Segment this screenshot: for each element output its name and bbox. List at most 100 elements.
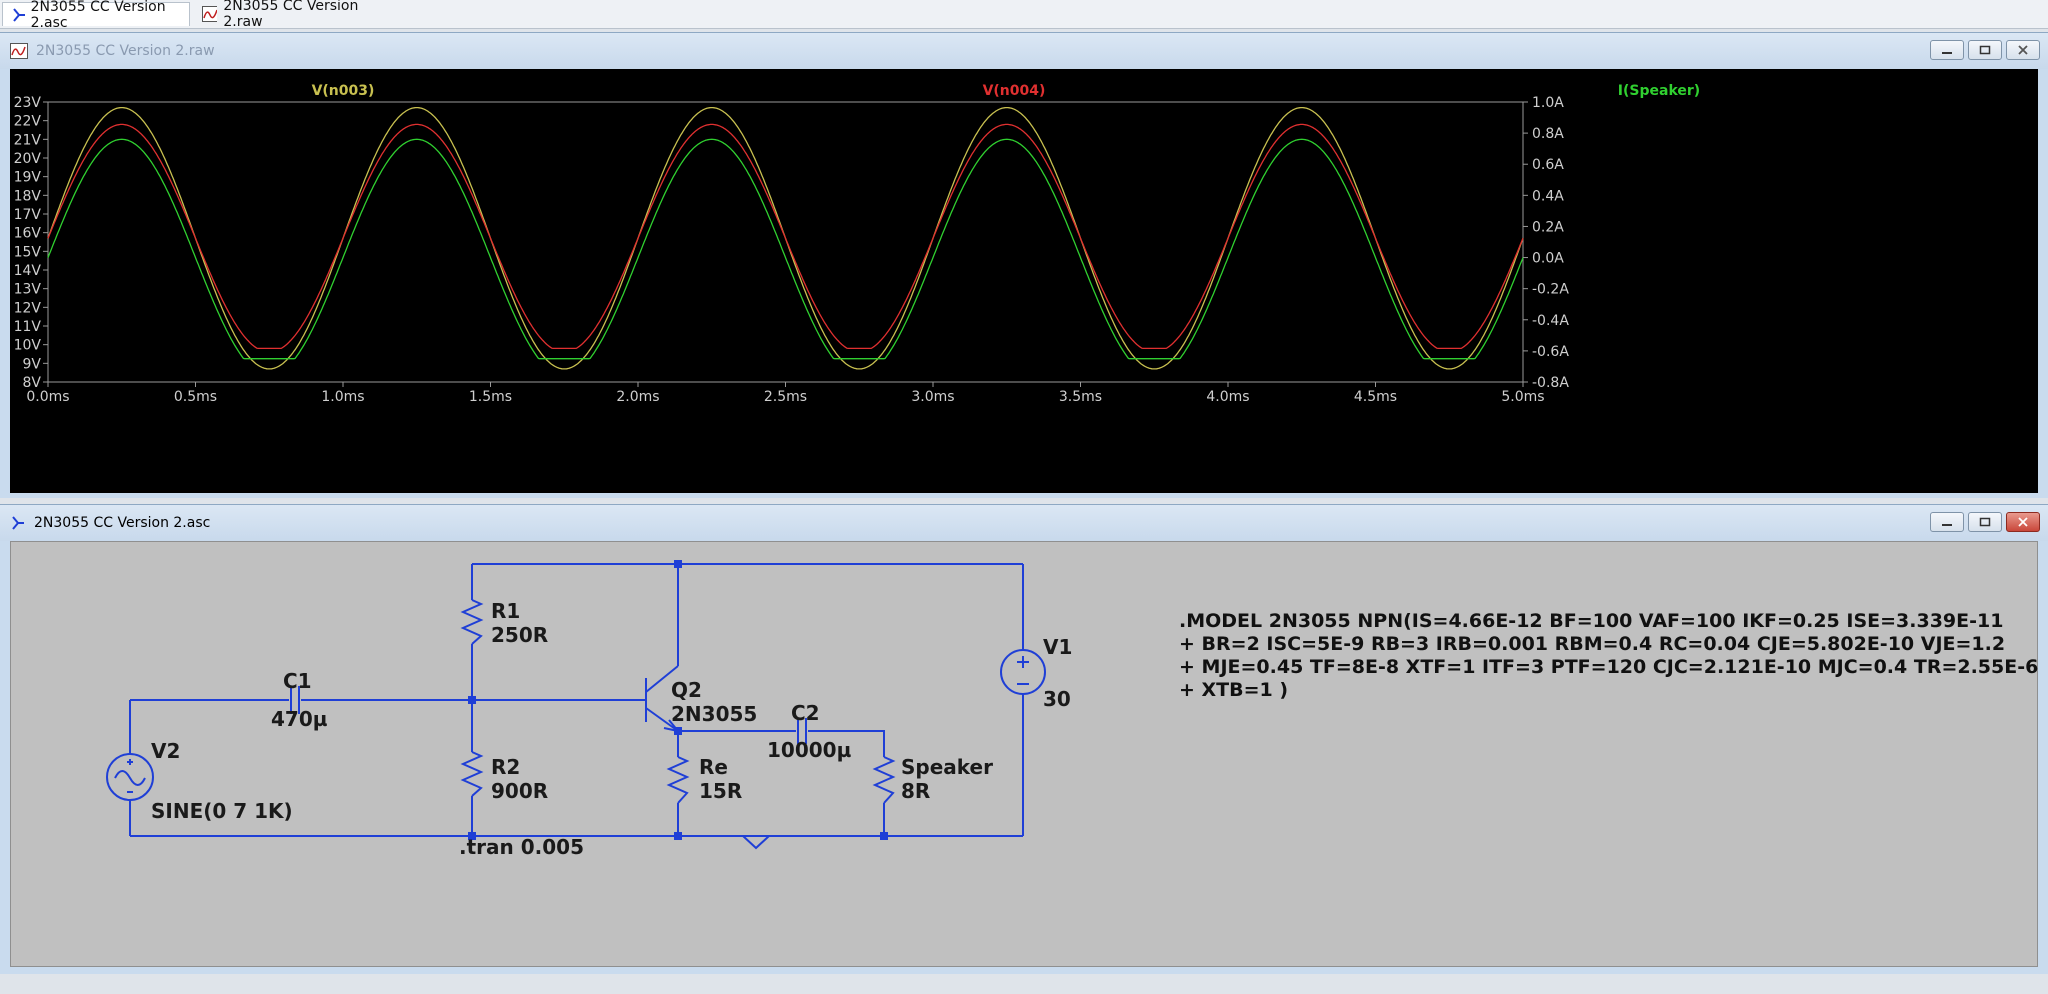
restore-icon (1979, 45, 1991, 55)
speaker-value: 8R (901, 779, 930, 803)
window-title: 2N3055 CC Version 2.raw (36, 43, 215, 59)
waveform-window-titlebar[interactable]: 2N3055 CC Version 2.raw (0, 33, 2048, 69)
x-tick-label: 0.0ms (26, 389, 69, 405)
resistor-r2[interactable] (460, 751, 484, 797)
ground-symbol (742, 835, 770, 850)
y-tick-label: 20V (14, 151, 42, 167)
schematic-canvas[interactable]: R1 250R R2 900R C1 470µ Q2 2N3055 C2 100… (10, 541, 2038, 967)
resistor-speaker[interactable] (872, 756, 896, 804)
x-tick-label: 0.5ms (174, 389, 217, 405)
c1-value: 470µ (271, 707, 328, 731)
y-tick-label: 14V (14, 263, 42, 279)
close-icon (2018, 45, 2028, 55)
y2-tick-label: 0.8A (1532, 126, 1564, 142)
c2-value: 10000µ (767, 738, 852, 762)
window-controls (1930, 512, 2040, 532)
v1-value: 30 (1043, 687, 1071, 711)
series-line[interactable] (47, 138, 1524, 360)
tab-label: 2N3055 CC Version 2.raw (223, 0, 359, 30)
waveform-icon (202, 6, 218, 22)
y-tick-label: 21V (14, 132, 42, 148)
window-title: 2N3055 CC Version 2.asc (34, 515, 211, 531)
legend-entry[interactable]: V(n003) (312, 83, 375, 99)
model-line: + BR=2 ISC=5E-9 RB=3 IRB=0.001 RBM=0.4 R… (1179, 633, 2006, 655)
restore-icon (1979, 517, 1991, 527)
y2-tick-label: -0.2A (1532, 282, 1569, 298)
y2-tick-label: 0.0A (1532, 251, 1564, 267)
close-button[interactable] (2006, 40, 2040, 60)
waveform-icon (10, 43, 28, 59)
junction-dot (880, 832, 888, 840)
re-name: Re (699, 755, 728, 779)
x-tick-label: 1.0ms (321, 389, 364, 405)
y2-tick-label: -0.4A (1532, 313, 1569, 329)
x-tick-label: 2.0ms (616, 389, 659, 405)
schematic-icon (13, 7, 25, 22)
circuit-diagram[interactable]: R1 250R R2 900R C1 470µ Q2 2N3055 C2 100… (11, 542, 2037, 966)
c1-name: C1 (283, 669, 312, 693)
y-tick-label: 22V (14, 114, 42, 130)
legend-entry[interactable]: I(Speaker) (1618, 83, 1700, 99)
r2-name: R2 (491, 755, 520, 779)
x-tick-label: 2.5ms (764, 389, 807, 405)
y2-tick-label: 0.6A (1532, 157, 1564, 173)
model-line: .MODEL 2N3055 NPN(IS=4.66E-12 BF=100 VAF… (1179, 610, 2004, 632)
v2-value: SINE(0 7 1K) (151, 799, 293, 823)
waveform-plot[interactable]: 0.0ms 0.5ms 1.0ms 1.5ms 2.0ms 2.5ms 3.0ms 3.5ms… (10, 69, 2038, 493)
y-tick-label: 8V (23, 375, 42, 391)
x-tick-label: 4.0ms (1206, 389, 1249, 405)
y-tick-label: 9V (23, 356, 42, 372)
junction-dot (674, 832, 682, 840)
y-tick-label: 19V (14, 170, 42, 186)
v1-name: V1 (1043, 635, 1072, 659)
close-button[interactable] (2006, 512, 2040, 532)
junction-dot (674, 560, 682, 568)
y-tick-label: 12V (14, 300, 42, 316)
x-tick-label: 3.5ms (1059, 389, 1102, 405)
r2-value: 900R (491, 779, 548, 803)
y-tick-label: 11V (14, 319, 42, 335)
y2-tick-label: 1.0A (1532, 95, 1564, 111)
v2-name: V2 (151, 739, 180, 763)
tran-directive[interactable]: .tran 0.005 (459, 835, 584, 859)
speaker-name: Speaker (901, 755, 993, 779)
junction-dot (674, 727, 682, 735)
y-tick-label: 17V (14, 207, 42, 223)
restore-button[interactable] (1968, 512, 2002, 532)
schematic-icon (12, 516, 24, 530)
schematic-window-titlebar[interactable]: 2N3055 CC Version 2.asc (0, 505, 2048, 541)
c2-name: C2 (791, 701, 820, 725)
y2-tick-label: -0.6A (1532, 344, 1569, 360)
r1-value: 250R (491, 623, 548, 647)
y-tick-label: 16V (14, 226, 42, 242)
model-line: + MJE=0.45 TF=8E-8 XTF=1 ITF=3 PTF=120 C… (1179, 656, 2039, 678)
x-tick-label: 5.0ms (1501, 389, 1544, 405)
y-tick-label: 23V (14, 95, 42, 111)
y-tick-label: 10V (14, 338, 42, 354)
y-tick-label: 18V (14, 188, 42, 204)
restore-button[interactable] (1968, 40, 2002, 60)
y2-tick-label: 0.2A (1532, 219, 1564, 235)
schematic-window: 2N3055 CC Version 2.asc R1 250R R2 900R … (0, 504, 2048, 974)
y-tick-label: 13V (14, 282, 42, 298)
y2-tick-label: 0.4A (1532, 188, 1564, 204)
waveform-window: 2N3055 CC Version 2.raw 0.0ms 0.5ms 1.0ms 1… (0, 32, 2048, 498)
tab-schematic[interactable]: 2N3055 CC Version 2.asc (2, 0, 190, 31)
legend-entry[interactable]: V(n004) (983, 83, 1046, 99)
resistor-r1[interactable] (460, 599, 484, 645)
waveform-chart[interactable]: 0.0ms 0.5ms 1.0ms 1.5ms 2.0ms 2.5ms 3.0ms 3.5ms… (10, 69, 2038, 493)
v2-sine-symbol (114, 770, 146, 786)
minimize-button[interactable] (1930, 40, 1964, 60)
tab-waveform[interactable]: 2N3055 CC Version 2.raw (194, 0, 384, 30)
q2-value: 2N3055 (671, 702, 757, 726)
window-controls (1930, 40, 2040, 60)
spice-model-directive[interactable]: .MODEL 2N3055 NPN(IS=4.66E-12 BF=100 VAF… (1179, 610, 2039, 702)
model-line: + XTB=1 ) (1179, 679, 1289, 701)
minimize-icon (1942, 524, 1952, 526)
tab-label: 2N3055 CC Version 2.asc (30, 0, 166, 31)
v1-polarity (1017, 656, 1029, 685)
re-value: 15R (699, 779, 742, 803)
resistor-re[interactable] (666, 756, 690, 804)
y-tick-label: 15V (14, 244, 42, 260)
minimize-button[interactable] (1930, 512, 1964, 532)
